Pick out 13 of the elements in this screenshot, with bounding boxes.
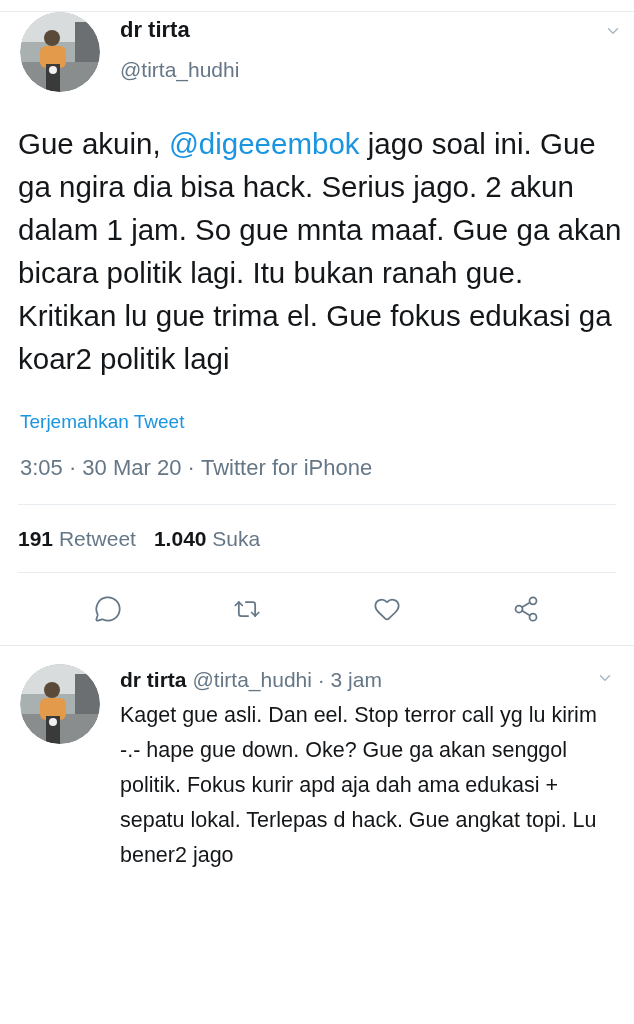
tweet-text: Gue akuin, @digeeembok jago soal ini. Gue ga ngira dia bisa hack. Serius jago. 2 akun dalam 1 jam. So gue mnta maaf. Gue ga akan bicara politik lagi. Itu bukan ranah gue. Kritikan lu gue trima el. Gue fokus edukasi ga koar2 politik lagi	[17, 126, 623, 377]
engagement-stat[interactable]: 191 Retweet	[18, 522, 136, 554]
reply-text: Kaget gue asli. Dan eel. Stop terror call yg lu kirim -.- hape gue down. Oke? Gue ga akan senggol politik. Fokus kurir apd aja dah ama edukasi + sepatu lokal. Terlepas d hack. Gue angkat topi. Lu bener2 jago	[120, 701, 598, 869]
reply-icon[interactable]	[93, 595, 122, 623]
display-name: dr tirta	[120, 667, 187, 693]
user-handle: @tirta_hudhi	[120, 57, 241, 84]
tweet-timestamp: 3:05 · 30 Mar 20 ·	[20, 453, 196, 482]
user-handle: @tirta_hudhi · 3 jam	[192, 667, 383, 694]
source-link[interactable]: Twitter for iPhone	[201, 450, 373, 484]
translate-link[interactable]: Terjemahkan Tweet	[20, 411, 185, 432]
mention-link[interactable]: @digeeembok	[168, 127, 360, 160]
engagement-stat[interactable]: 1.040 Suka	[153, 522, 261, 554]
display-name: dr tirta	[120, 16, 191, 44]
